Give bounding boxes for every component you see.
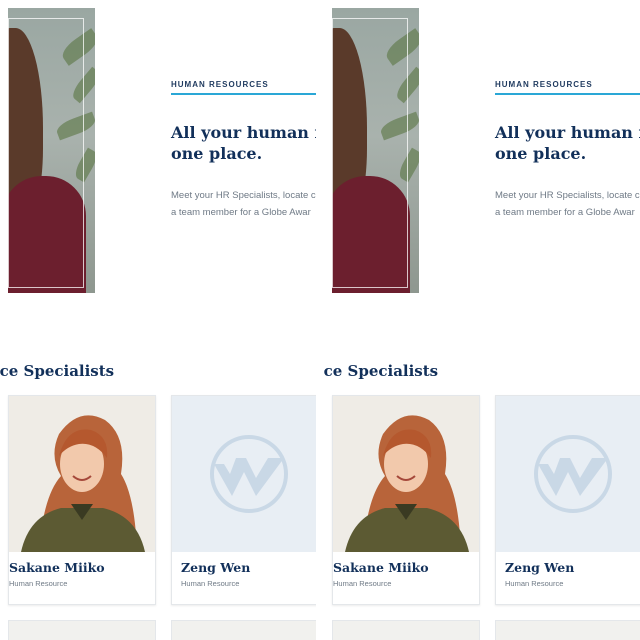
hero-description-line: a team member for a Globe Awar (495, 207, 635, 218)
specialist-role: Human Resource (505, 579, 564, 588)
specialist-role: Human Resource (181, 579, 240, 588)
hero-description: Meet your HR Specialists, locate c a tea… (171, 187, 316, 221)
specialist-card-partial[interactable] (332, 620, 480, 640)
specialist-card-partial[interactable] (495, 620, 640, 640)
specialist-name[interactable]: Sakane Miiko (9, 560, 105, 575)
hero-image (8, 8, 95, 293)
hero-image (332, 8, 419, 293)
specialist-card-partial[interactable] (171, 620, 316, 640)
specialist-photo (333, 396, 479, 552)
specialist-name[interactable]: Zeng Wen (181, 560, 250, 575)
hero-title-line: one place. (171, 144, 263, 163)
company-logo-icon (534, 435, 612, 513)
hero-title: All your human resc one place. (495, 122, 640, 164)
hero-description-line: Meet your HR Specialists, locate c (171, 190, 316, 201)
section-eyebrow: HUMAN RESOURCES (171, 80, 269, 89)
company-logo-icon (210, 435, 288, 513)
specialist-photo-placeholder (172, 396, 316, 552)
specialist-name[interactable]: Sakane Miiko (333, 560, 429, 575)
hero-title-line: All your human resc (171, 123, 316, 142)
page-panel-right: HUMAN RESOURCES All your human resc one … (324, 0, 640, 640)
hero-description: Meet your HR Specialists, locate c a tea… (495, 187, 640, 221)
specialist-card[interactable]: Zeng Wen Human Resource (495, 395, 640, 605)
hero-description-line: a team member for a Globe Awar (171, 207, 311, 218)
specialist-card[interactable]: Sakane Miiko Human Resource (8, 395, 156, 605)
specialist-name[interactable]: Zeng Wen (505, 560, 574, 575)
hero-title: All your human resc one place. (171, 122, 316, 164)
hero-title-line: All your human resc (495, 123, 640, 142)
section-eyebrow: HUMAN RESOURCES (495, 80, 593, 89)
specialist-photo-placeholder (496, 396, 640, 552)
section-title: ırce Specialists (0, 362, 115, 380)
eyebrow-underline (171, 93, 316, 95)
page-panel-left: HUMAN RESOURCES All your human resc one … (0, 0, 316, 640)
specialist-card[interactable]: Zeng Wen Human Resource (171, 395, 316, 605)
section-title: ırce Specialists (324, 362, 439, 380)
specialist-card[interactable]: Sakane Miiko Human Resource (332, 395, 480, 605)
eyebrow-underline (495, 93, 640, 95)
specialist-photo (9, 396, 155, 552)
hero-description-line: Meet your HR Specialists, locate c (495, 190, 640, 201)
hero-title-line: one place. (495, 144, 587, 163)
specialist-role: Human Resource (333, 579, 392, 588)
specialist-card-partial[interactable] (8, 620, 156, 640)
specialist-role: Human Resource (9, 579, 68, 588)
